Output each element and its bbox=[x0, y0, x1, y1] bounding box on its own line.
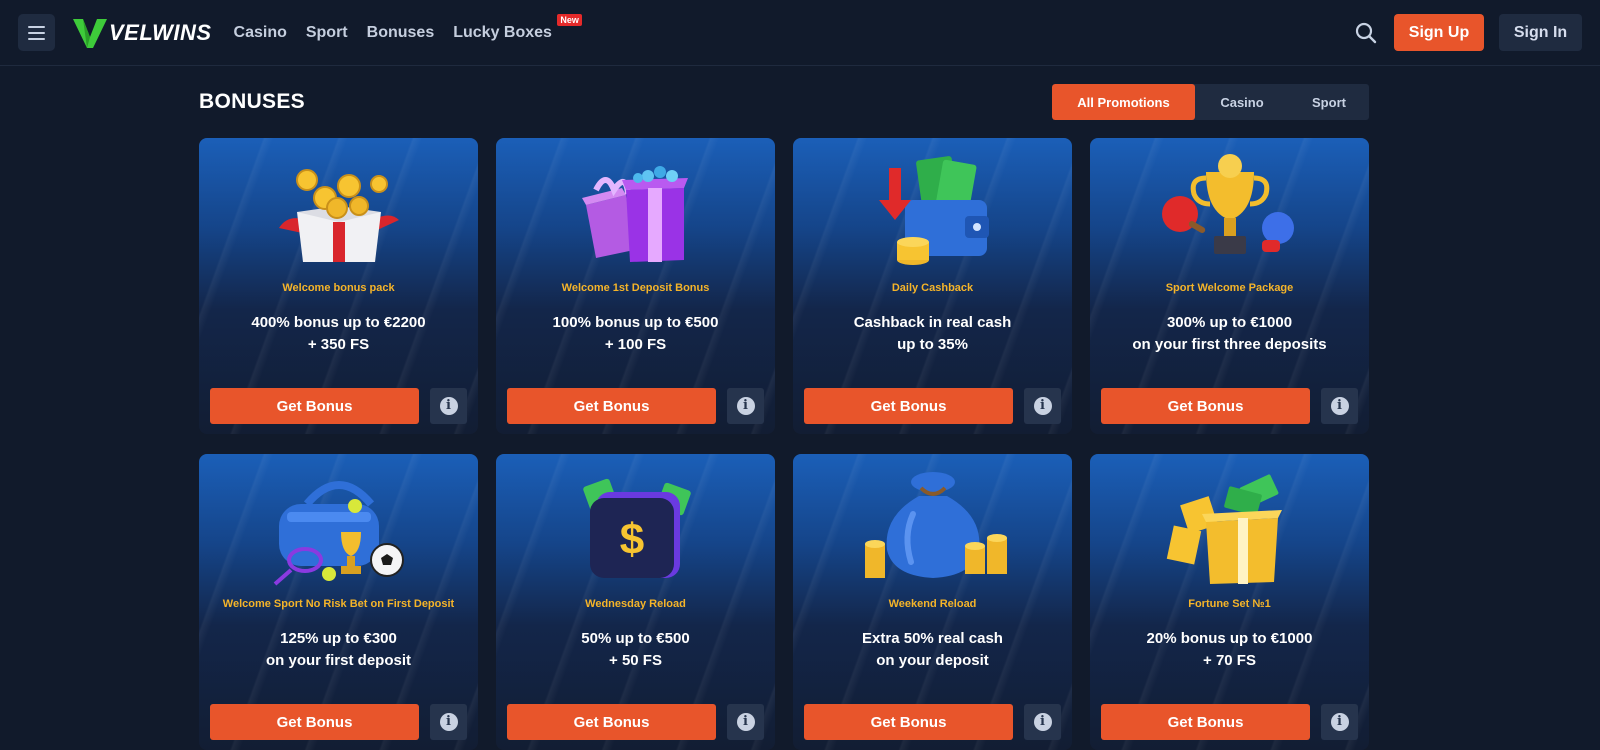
bonus-description: 125% up to €300 on your first deposit bbox=[209, 628, 468, 672]
get-bonus-button[interactable]: Get Bonus bbox=[210, 388, 419, 424]
info-button[interactable]: i bbox=[430, 704, 467, 740]
gift-box-coins-icon bbox=[278, 169, 399, 262]
filter-sport[interactable]: Sport bbox=[1289, 84, 1369, 120]
bonus-card: Welcome Sport No Risk Bet on First Depos… bbox=[199, 454, 478, 750]
bonus-line-2: on your deposit bbox=[876, 652, 989, 669]
bonus-line-1: 100% bonus up to €500 bbox=[552, 314, 719, 331]
header-actions: Sign Up Sign In bbox=[1354, 14, 1582, 51]
hamburger-line bbox=[28, 37, 45, 40]
get-bonus-button[interactable]: Get Bonus bbox=[507, 704, 716, 740]
bonus-subtitle: Weekend Reload bbox=[888, 598, 977, 610]
info-icon: i bbox=[1330, 397, 1349, 415]
bonus-subtitle: Welcome Sport No Risk Bet on First Depos… bbox=[222, 598, 455, 610]
bonus-description: 300% up to €1000 on your first three dep… bbox=[1100, 312, 1359, 356]
bonus-line-1: 125% up to €300 bbox=[280, 630, 397, 647]
info-icon: i bbox=[1033, 397, 1052, 415]
bonus-line-2: on your first deposit bbox=[265, 652, 411, 669]
info-button[interactable]: i bbox=[727, 704, 764, 740]
nav-lucky-boxes-label: Lucky Boxes bbox=[453, 23, 552, 41]
nav-lucky-boxes[interactable]: Lucky Boxes New bbox=[453, 13, 582, 42]
info-button[interactable]: i bbox=[727, 388, 764, 424]
nav-bonuses[interactable]: Bonuses bbox=[367, 24, 435, 42]
bonus-subtitle: Welcome bonus pack bbox=[282, 282, 395, 294]
bonus-line-2: + 100 FS bbox=[604, 336, 667, 353]
hamburger-line bbox=[28, 25, 45, 28]
info-button[interactable]: i bbox=[430, 388, 467, 424]
search-icon[interactable] bbox=[1354, 21, 1378, 45]
bonus-card: Weekend Reload Extra 50% real cash on yo… bbox=[793, 454, 1072, 750]
purple-gift-boxes-icon bbox=[581, 166, 688, 262]
bonus-line-2: + 50 FS bbox=[609, 652, 662, 669]
page-title: BONUSES bbox=[199, 90, 305, 113]
filter-all-promotions[interactable]: All Promotions bbox=[1052, 84, 1195, 120]
money-bag-icon bbox=[864, 472, 1007, 578]
bonus-description: Cashback in real cash up to 35% bbox=[803, 312, 1062, 356]
bonus-line-2: up to 35% bbox=[897, 336, 968, 353]
bonus-line-2: + 70 FS bbox=[1203, 652, 1256, 669]
trophy-sports-icon bbox=[1161, 154, 1294, 254]
bonus-subtitle: Wednesday Reload bbox=[585, 598, 686, 610]
bonus-description: 400% bonus up to €2200 + 350 FS bbox=[209, 312, 468, 356]
bonus-card: $ Wednesday Reload 50% up to €500 + 50 F… bbox=[496, 454, 775, 750]
logo-v-icon bbox=[73, 18, 107, 48]
bonus-line-1: Extra 50% real cash bbox=[862, 630, 1003, 647]
nav-sport[interactable]: Sport bbox=[306, 24, 348, 42]
bonus-subtitle: Welcome 1st Deposit Bonus bbox=[561, 282, 710, 294]
logo-text: VELWINS bbox=[109, 19, 212, 45]
bonus-card: Welcome 1st Deposit Bonus 100% bonus up … bbox=[496, 138, 775, 434]
dollar-wallet-icon: $ bbox=[582, 478, 691, 578]
hamburger-line bbox=[28, 31, 45, 34]
bonus-card: Welcome bonus pack 400% bonus up to €220… bbox=[199, 138, 478, 434]
bonus-line-2: + 350 FS bbox=[307, 336, 370, 353]
get-bonus-button[interactable]: Get Bonus bbox=[210, 704, 419, 740]
get-bonus-button[interactable]: Get Bonus bbox=[1101, 388, 1310, 424]
info-icon: i bbox=[736, 713, 755, 731]
wallet-cash-icon bbox=[878, 156, 989, 265]
bonus-subtitle: Fortune Set №1 bbox=[1188, 598, 1271, 610]
top-header: VELWINS Casino Sport Bonuses Lucky Boxes… bbox=[0, 0, 1600, 66]
nav-casino[interactable]: Casino bbox=[234, 24, 287, 42]
golden-gift-cash-icon bbox=[1166, 474, 1282, 584]
filter-casino[interactable]: Casino bbox=[1195, 84, 1289, 120]
get-bonus-button[interactable]: Get Bonus bbox=[507, 388, 716, 424]
bonus-description: 50% up to €500 + 50 FS bbox=[506, 628, 765, 672]
bonus-subtitle: Daily Cashback bbox=[891, 282, 974, 294]
bonus-description: 20% bonus up to €1000 + 70 FS bbox=[1100, 628, 1359, 672]
bonuses-header: BONUSES All Promotions Casino Sport bbox=[199, 84, 1369, 120]
bonus-grid: Welcome bonus pack 400% bonus up to €220… bbox=[199, 138, 1369, 750]
info-icon: i bbox=[439, 713, 458, 731]
bonus-description: 100% bonus up to €500 + 100 FS bbox=[506, 312, 765, 356]
bonus-card: Fortune Set №1 20% bonus up to €1000 + 7… bbox=[1090, 454, 1369, 750]
svg-text:$: $ bbox=[619, 515, 643, 564]
main-nav: Casino Sport Bonuses Lucky Boxes New bbox=[234, 13, 582, 42]
bonus-line-1: 20% bonus up to €1000 bbox=[1146, 630, 1313, 647]
bonus-card: Daily Cashback Cashback in real cash up … bbox=[793, 138, 1072, 434]
info-icon: i bbox=[1033, 713, 1052, 731]
logo[interactable]: VELWINS bbox=[73, 17, 212, 49]
info-icon: i bbox=[439, 397, 458, 415]
bonus-line-1: Cashback in real cash bbox=[853, 314, 1012, 331]
info-button[interactable]: i bbox=[1321, 704, 1358, 740]
info-button[interactable]: i bbox=[1024, 388, 1061, 424]
bonus-line-2: on your first three deposits bbox=[1132, 336, 1327, 353]
bonus-line-1: 400% bonus up to €2200 bbox=[251, 314, 426, 331]
sports-bag-icon bbox=[273, 481, 404, 586]
new-badge: New bbox=[557, 13, 582, 26]
get-bonus-button[interactable]: Get Bonus bbox=[804, 388, 1013, 424]
get-bonus-button[interactable]: Get Bonus bbox=[804, 704, 1013, 740]
bonus-line-1: 300% up to €1000 bbox=[1166, 314, 1293, 331]
sign-up-button[interactable]: Sign Up bbox=[1394, 14, 1484, 51]
bonus-description: Extra 50% real cash on your deposit bbox=[803, 628, 1062, 672]
info-button[interactable]: i bbox=[1024, 704, 1061, 740]
get-bonus-button[interactable]: Get Bonus bbox=[1101, 704, 1310, 740]
info-button[interactable]: i bbox=[1321, 388, 1358, 424]
bonus-card: Sport Welcome Package 300% up to €1000 o… bbox=[1090, 138, 1369, 434]
bonus-line-1: 50% up to €500 bbox=[581, 630, 690, 647]
bonus-subtitle: Sport Welcome Package bbox=[1165, 282, 1294, 294]
info-icon: i bbox=[736, 397, 755, 415]
sign-in-button[interactable]: Sign In bbox=[1499, 14, 1582, 51]
info-icon: i bbox=[1330, 713, 1349, 731]
promotion-filters: All Promotions Casino Sport bbox=[1052, 84, 1369, 120]
menu-button[interactable] bbox=[18, 14, 55, 51]
